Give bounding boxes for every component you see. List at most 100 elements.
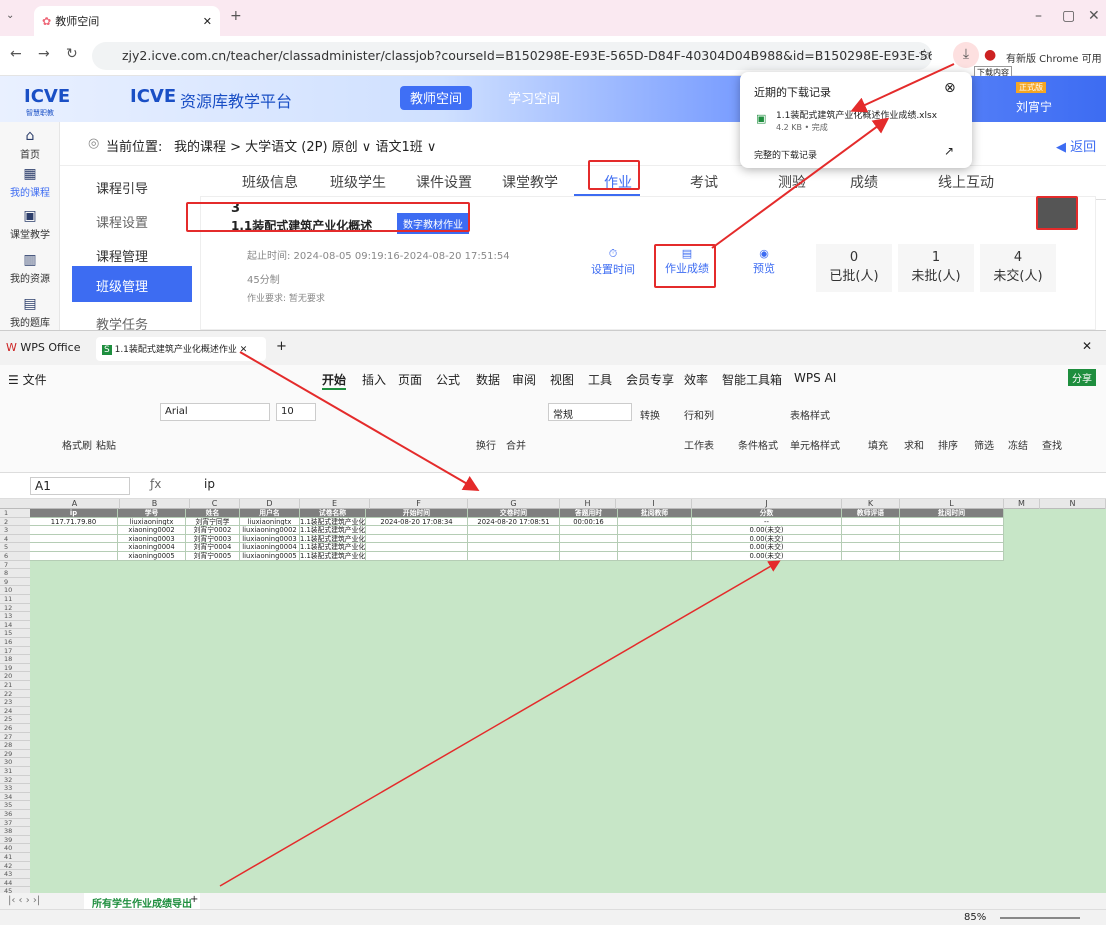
row-header[interactable]: 3 (0, 526, 30, 535)
wps-doc-tab[interactable]: S 1.1装配式建筑产业化概述作业 ✕ (96, 337, 266, 361)
row-header[interactable]: 27 (0, 732, 30, 742)
wrap-button[interactable]: 换行 (476, 437, 496, 452)
find-button[interactable]: 查找 (1042, 437, 1062, 452)
download-filename[interactable]: 1.1装配式建筑产业化概述作业成绩.xlsx (776, 108, 937, 121)
tab-class-info[interactable]: 班级信息 (242, 172, 298, 192)
column-header[interactable]: E (300, 499, 370, 509)
data-cell[interactable] (842, 517, 900, 527)
menu-member[interactable]: 会员专享 (626, 371, 674, 388)
data-cell[interactable]: liuxiaoning0003 (240, 534, 300, 544)
menu-view[interactable]: 视图 (550, 371, 574, 388)
menu-formula[interactable]: 公式 (436, 371, 460, 388)
row-header[interactable]: 6 (0, 552, 30, 561)
data-cell[interactable] (468, 526, 560, 535)
data-cell[interactable] (30, 526, 118, 535)
data-cell[interactable] (900, 552, 1004, 561)
paste-button[interactable]: 粘贴 (96, 437, 116, 452)
data-cell[interactable]: 1.1装配式建筑产业化概述 (300, 517, 366, 527)
close-tab-icon[interactable]: ✕ (203, 15, 212, 28)
zoom-level[interactable]: 85% (964, 912, 986, 923)
column-header[interactable]: H (560, 499, 616, 509)
sheet-nav-icons[interactable]: |‹ ‹ › ›| (8, 895, 40, 906)
row-header[interactable]: 38 (0, 827, 30, 836)
row-header[interactable]: 33 (0, 784, 30, 793)
browser-tab[interactable]: ✿ 教师空间 ✕ (34, 6, 220, 36)
data-cell[interactable] (30, 552, 118, 561)
data-cell[interactable]: 刘宵宁0005 (186, 552, 240, 561)
set-time-button[interactable]: ⏱ 设置时间 (591, 247, 635, 277)
full-history-link[interactable]: 完整的下载记录 (754, 148, 817, 161)
row-header[interactable]: 10 (0, 586, 30, 595)
row-col-button[interactable]: 行和列 (684, 407, 714, 422)
data-cell[interactable] (560, 552, 618, 561)
data-cell[interactable] (618, 526, 692, 535)
data-cell[interactable] (842, 534, 900, 544)
wps-close-icon[interactable]: ✕ (1082, 339, 1092, 353)
row-header[interactable]: 36 (0, 810, 30, 819)
menu-start[interactable]: 开始 (322, 371, 347, 390)
row-header[interactable]: 26 (0, 724, 30, 733)
row-header[interactable]: 9 (0, 577, 30, 587)
menu-page[interactable]: 页面 (398, 371, 422, 388)
convert-button[interactable]: 转换 (640, 407, 660, 422)
menu-smart-tools[interactable]: 智能工具箱 (722, 371, 782, 388)
row-header[interactable]: 32 (0, 775, 30, 785)
data-cell[interactable] (900, 517, 1004, 527)
data-cell[interactable] (900, 526, 1004, 535)
data-cell[interactable]: liuxiaoningtx (118, 517, 186, 527)
back-link[interactable]: ◀ 返回 (1056, 136, 1096, 155)
row-header[interactable]: 29 (0, 749, 30, 759)
menu-review[interactable]: 审阅 (512, 371, 536, 388)
menu-course-guide[interactable]: 课程引导 (72, 168, 192, 204)
filter-button[interactable]: 筛选 (974, 437, 994, 452)
tab-quiz[interactable]: 测验 (778, 172, 806, 192)
data-cell[interactable]: xiaoning0003 (118, 534, 186, 544)
data-cell[interactable] (900, 543, 1004, 552)
menu-tools[interactable]: 工具 (588, 371, 612, 388)
row-header[interactable]: 34 (0, 792, 30, 802)
tab-courseware[interactable]: 课件设置 (416, 172, 472, 192)
column-header[interactable]: I (616, 499, 692, 509)
zoom-slider[interactable] (1000, 917, 1080, 919)
bookmark-star-icon[interactable]: ☆ (918, 47, 931, 63)
data-cell[interactable]: liuxiaoning0005 (240, 552, 300, 561)
column-header[interactable]: C (190, 499, 240, 509)
header-cell[interactable]: 学号 (118, 509, 186, 518)
row-header[interactable]: 20 (0, 672, 30, 681)
data-cell[interactable]: 刘宵宁0002 (186, 526, 240, 535)
row-header[interactable]: 28 (0, 741, 30, 750)
header-cell[interactable]: 交卷时间 (468, 509, 560, 518)
menu-file[interactable]: ☰ 文件 (8, 371, 47, 388)
data-cell[interactable] (30, 534, 118, 544)
row-header[interactable]: 4 (0, 534, 30, 544)
tab-online[interactable]: 线上互动 (938, 172, 994, 192)
teacher-space-button[interactable]: 教师空间 (400, 86, 473, 110)
data-cell[interactable]: xiaoning0002 (118, 526, 186, 535)
row-header[interactable]: 39 (0, 835, 30, 845)
row-header[interactable]: 41 (0, 853, 30, 862)
data-cell[interactable] (842, 526, 900, 535)
data-cell[interactable]: xiaoning0004 (118, 543, 186, 552)
data-cell[interactable] (366, 552, 468, 561)
cond-format-button[interactable]: 条件格式 (738, 437, 778, 452)
data-cell[interactable]: liuxiaoning0002 (240, 526, 300, 535)
add-sheet-icon[interactable]: + (190, 894, 198, 905)
cell-style-button[interactable]: 单元格样式 (790, 437, 840, 452)
row-header[interactable]: 15 (0, 629, 30, 638)
column-header[interactable]: M (1004, 499, 1040, 509)
row-header[interactable]: 7 (0, 560, 30, 570)
row-header[interactable]: 35 (0, 801, 30, 810)
worksheet-button[interactable]: 工作表 (684, 437, 714, 452)
data-cell[interactable] (468, 543, 560, 552)
header-cell[interactable]: 教师评语 (842, 509, 900, 518)
data-cell[interactable]: xiaoning0005 (118, 552, 186, 561)
new-tab-icon[interactable]: + (230, 8, 242, 24)
data-cell[interactable] (618, 534, 692, 544)
menu-course-settings[interactable]: 课程设置 (72, 202, 192, 238)
nav-resources[interactable]: ▥ 我的资源 (0, 252, 60, 285)
data-cell[interactable] (366, 526, 468, 535)
data-cell[interactable] (468, 534, 560, 544)
row-header[interactable]: 11 (0, 595, 30, 604)
data-cell[interactable] (560, 526, 618, 535)
row-header[interactable]: 19 (0, 663, 30, 673)
